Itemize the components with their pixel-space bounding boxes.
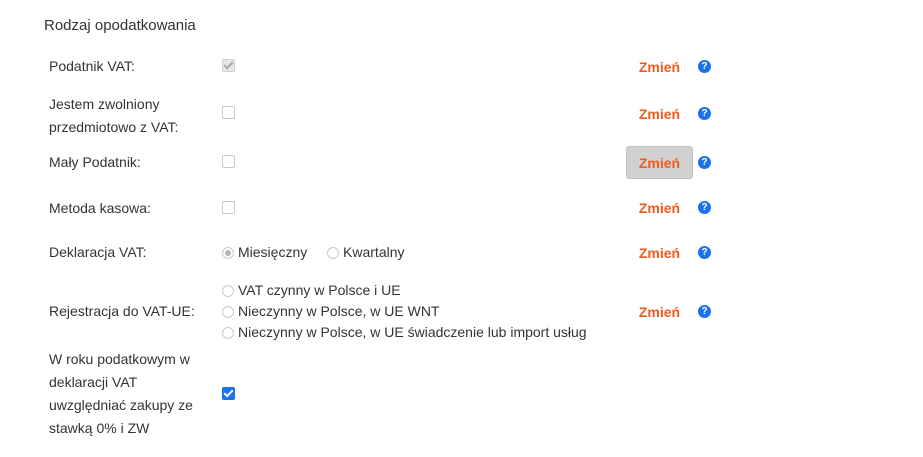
radio-vat-active [222,285,234,298]
cash-method-label: Metoda kasowa: [49,200,151,216]
zero-rate-purchases-checkbox[interactable] [222,387,235,400]
radio-inactive-services [222,327,234,340]
vat-exempt-label: Jestem zwolniony przedmiotowo z VAT: [49,96,179,135]
help-icon[interactable]: ? [698,60,711,73]
help-icon[interactable]: ? [698,156,711,169]
radio-monthly [222,247,234,260]
vat-eu-option-2: Nieczynny w Polsce, w UE WNT [222,301,439,322]
vat-eu-change-button[interactable]: Zmień [626,295,693,328]
quarterly-label: Kwartalny [343,244,405,260]
help-icon[interactable]: ? [698,246,711,259]
vat-declaration-options: Miesięczny Kwartalny [222,242,405,263]
radio-inactive-wnt [222,306,234,319]
vat-eu-option-3: Nieczynny w Polsce, w UE świadczenie lub… [222,322,587,343]
vat-exempt-change-button[interactable]: Zmień [626,97,693,130]
help-icon[interactable]: ? [698,201,711,214]
vat-eu-label: Rejestracja do VAT-UE: [49,303,195,319]
vat-declaration-label: Deklaracja VAT: [49,244,147,260]
small-taxpayer-label: Mały Podatnik: [49,154,141,170]
vat-declaration-change-button[interactable]: Zmień [626,236,693,269]
vat-exempt-checkbox [222,106,235,119]
vat-active-label: VAT czynny w Polsce i UE [238,282,401,298]
inactive-wnt-label: Nieczynny w Polsce, w UE WNT [238,303,440,319]
small-taxpayer-checkbox [222,155,235,168]
vat-taxpayer-checkbox [222,59,235,72]
monthly-label: Miesięczny [238,244,308,260]
vat-taxpayer-label: Podatnik VAT: [49,58,135,74]
cash-method-checkbox [222,201,235,214]
inactive-services-label: Nieczynny w Polsce, w UE świadczenie lub… [238,324,587,340]
help-icon[interactable]: ? [698,305,711,318]
help-icon[interactable]: ? [698,107,711,120]
zero-rate-purchases-label: W roku podatkowym w deklaracji VAT uwzgl… [49,351,193,436]
small-taxpayer-change-button[interactable]: Zmień [626,146,693,179]
vat-eu-option-1: VAT czynny w Polsce i UE [222,280,401,301]
section-title: Rodzaj opodatkowania [44,17,196,34]
cash-method-change-button[interactable]: Zmień [626,191,693,224]
vat-taxpayer-change-button[interactable]: Zmień [626,50,693,83]
radio-quarterly [327,247,340,260]
